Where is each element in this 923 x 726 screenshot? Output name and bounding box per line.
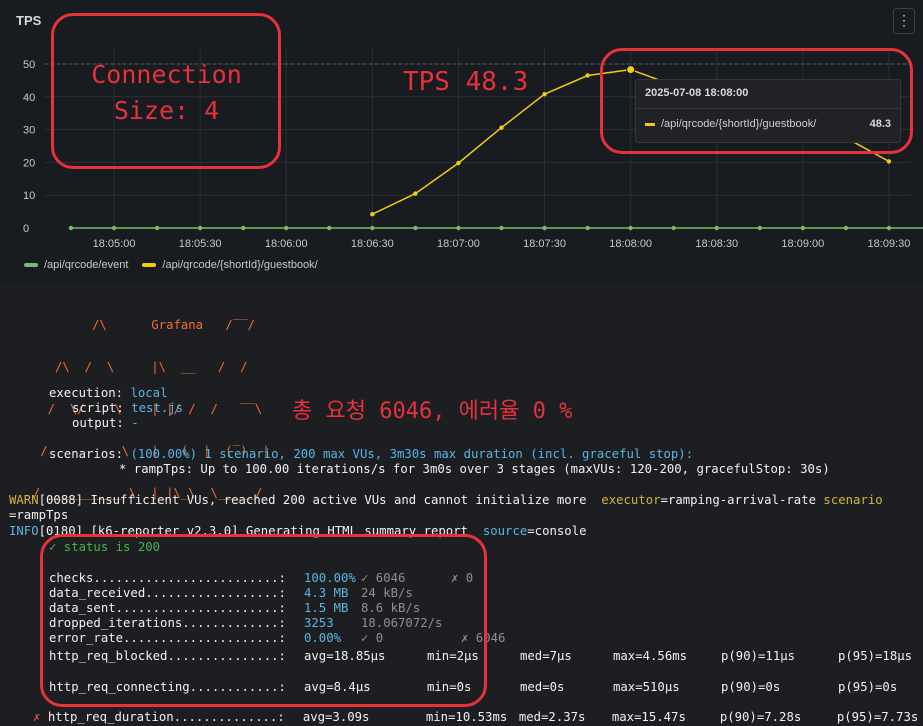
series-point	[886, 225, 892, 231]
series-point	[111, 225, 117, 231]
connection-annotation: Connection Size: 4	[84, 57, 249, 129]
x-tick-label: 18:05:30	[179, 238, 222, 250]
metric-p95: p(95)=7.73s	[836, 710, 919, 724]
script-value: test.js	[131, 401, 184, 415]
metric-med: med=0s	[520, 680, 565, 694]
warn-line: WARN[0088] Insufficient VUs, reached 200…	[9, 493, 883, 507]
series-point	[456, 160, 461, 166]
scenarios-key: scenarios:	[49, 447, 124, 461]
series-point	[800, 225, 806, 231]
metric-p90: p(90)=0s	[721, 680, 781, 694]
y-tick-label: 20	[23, 157, 35, 169]
metric-max: max=4.56ms	[613, 649, 688, 663]
warn-text: [0088] Insufficient VUs, reached 200 act…	[38, 493, 587, 507]
execution-value: local	[130, 386, 168, 400]
series-point	[370, 225, 375, 231]
x-tick-label: 18:07:30	[523, 238, 566, 250]
output-value: -	[131, 416, 139, 430]
info-prefix: INFO	[9, 524, 39, 538]
warn-prefix: WARN	[9, 493, 39, 507]
series-point	[68, 225, 74, 231]
series-point	[585, 73, 590, 78]
logo-art-line: /\ / \ |\ __ / /	[18, 360, 248, 374]
ramp-line: * rampTps: Up to 100.00 iterations/s for…	[119, 462, 830, 476]
x-tick-label: 18:06:00	[265, 238, 308, 250]
x-tick-label: 18:08:00	[609, 238, 652, 250]
x-tick-label: 18:09:00	[781, 238, 824, 250]
metric-label: http_req_duration..............:	[47, 710, 285, 724]
series-point	[542, 225, 547, 231]
series-point	[327, 225, 332, 231]
script-line: script: test.js	[72, 401, 183, 416]
metric-med: med=7µs	[520, 649, 572, 663]
total-annotation: 총 요청 6046, 에러율 0 %	[292, 399, 573, 424]
series-point	[628, 225, 633, 231]
series-point	[241, 225, 246, 231]
y-tick-label: 30	[23, 125, 35, 137]
connection-annotation-line1: Connection	[91, 60, 242, 89]
series-point	[413, 191, 418, 196]
metric-p95: p(95)=18µs	[838, 649, 913, 663]
info-kv-value: console	[534, 524, 587, 538]
http-duration-row: ✗ http_req_duration..............: avg=3.…	[33, 710, 918, 725]
info-kv-key: source	[482, 524, 528, 538]
warn-kv-key: executor	[601, 493, 661, 507]
output-line: output: -	[72, 416, 139, 431]
execution-line: execution: local	[49, 386, 167, 401]
series-point	[499, 125, 504, 130]
connection-annotation-line2: Size: 4	[113, 96, 220, 125]
script-key: script:	[72, 401, 124, 415]
y-tick-label: 40	[23, 92, 35, 104]
tooltip-annotation-box	[600, 48, 913, 154]
x-tick-label: 18:05:00	[93, 238, 136, 250]
legend-label: /api/qrcode/event	[44, 259, 129, 271]
warn-continuation: =rampTps	[9, 508, 69, 522]
warn-kv2-key: scenario	[823, 493, 883, 507]
series-point	[284, 225, 289, 231]
metric-med: med=2.37s	[518, 710, 586, 724]
series-point	[197, 225, 203, 231]
x-tick-label: 18:08:30	[695, 238, 738, 250]
output-key: output:	[72, 416, 124, 430]
legend-swatch	[142, 263, 157, 267]
logo-art-line: /\ Grafana /‾‾/	[18, 318, 255, 332]
series-point	[585, 225, 590, 231]
y-tick-label: 10	[23, 190, 35, 202]
fail-mark-icon: ✗	[33, 710, 41, 724]
legend-label: /api/qrcode/{shortId}/guestbook/	[162, 259, 318, 271]
legend-item-event[interactable]: /api/qrcode/event	[24, 259, 128, 271]
metric-p90: p(90)=11µs	[721, 649, 796, 663]
x-tick-label: 18:09:30	[868, 238, 911, 250]
y-tick-label: 0	[23, 223, 29, 235]
series-point	[413, 225, 418, 231]
legend-swatch	[24, 263, 38, 267]
metric-p95: p(95)=0s	[838, 680, 898, 694]
metrics-annotation-box	[40, 534, 487, 707]
series-point	[671, 225, 676, 231]
metric-min: min=10.53ms	[425, 710, 508, 724]
legend-item-guestbook[interactable]: /api/qrcode/{shortId}/guestbook/	[142, 259, 318, 271]
series-point	[370, 212, 375, 217]
series-point	[843, 225, 849, 231]
metric-avg: avg=3.09s	[302, 710, 370, 724]
series-point	[757, 225, 762, 231]
series-point	[542, 91, 547, 97]
scenarios-value: (100.00%) 1 scenario, 200 max VUs, 3m30s…	[130, 447, 694, 461]
metric-p90: p(90)=7.28s	[719, 710, 802, 724]
chart-legend: /api/qrcode/event /api/qrcode/{shortId}/…	[24, 259, 326, 271]
series-point	[499, 225, 504, 231]
execution-key: execution:	[49, 386, 124, 400]
series-point	[886, 159, 892, 164]
x-tick-label: 18:07:00	[437, 238, 480, 250]
y-tick-label: 50	[23, 59, 35, 71]
series-point	[456, 225, 461, 231]
tps-annotation: TPS 48.3	[403, 67, 529, 97]
series-point	[714, 225, 719, 231]
warn-kv-value: ramping-arrival-rate	[667, 493, 817, 507]
series-point	[154, 225, 160, 231]
x-tick-label: 18:06:30	[351, 238, 394, 250]
metric-max: max=510µs	[613, 680, 680, 694]
metric-max: max=15.47s	[611, 710, 686, 724]
scenarios-line: scenarios: (100.00%) 1 scenario, 200 max…	[49, 447, 693, 462]
